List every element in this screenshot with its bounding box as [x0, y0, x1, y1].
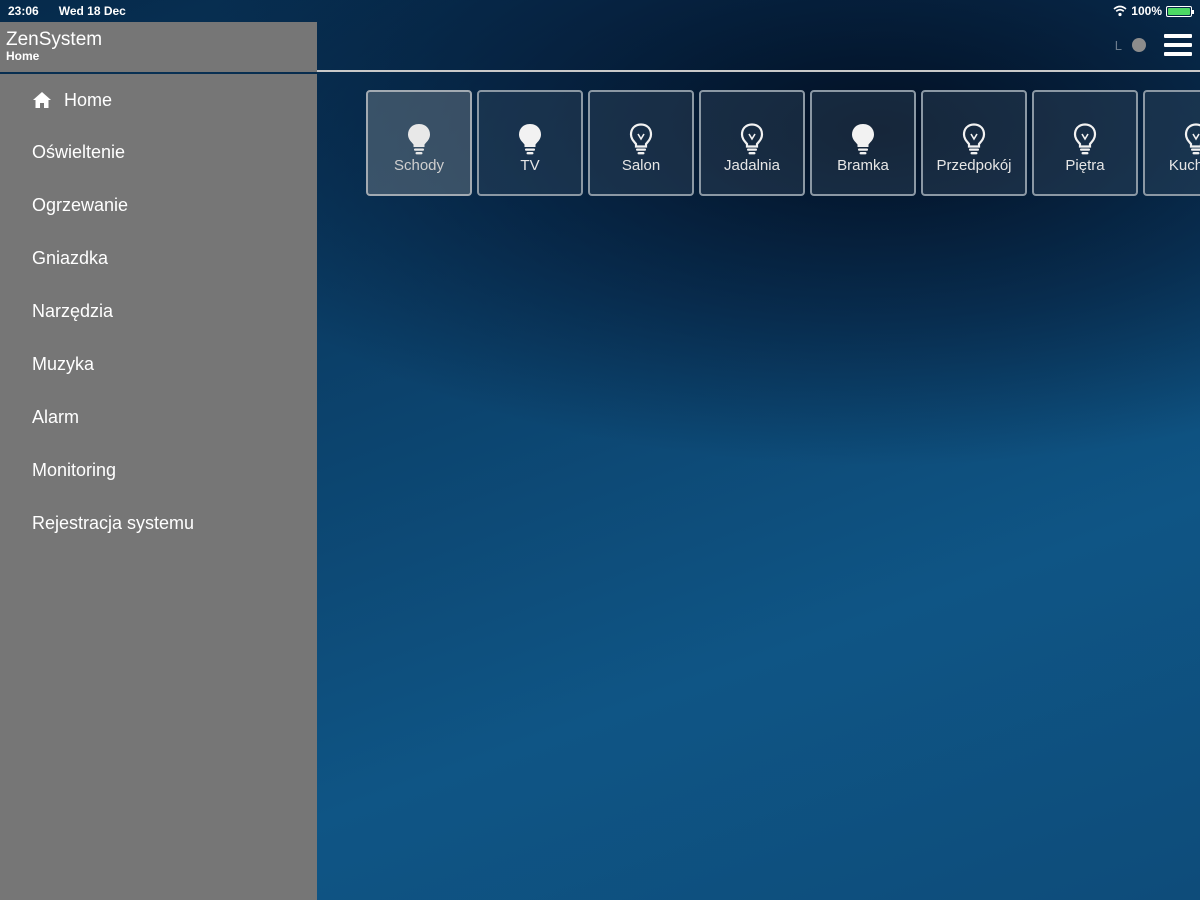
indicator-label: L [1114, 37, 1122, 53]
tile-tv[interactable]: TV [477, 90, 583, 196]
status-time: 23:06 [8, 4, 39, 18]
tile-przedpokoj[interactable]: Przedpokój [921, 90, 1027, 196]
sidebar-item-label: Monitoring [32, 460, 117, 480]
lightbulb-outline-icon [962, 123, 986, 155]
sidebar-item-label: Gniazdka [32, 248, 109, 268]
tile-jadalnia[interactable]: Jadalnia [699, 90, 805, 196]
sidebar-item-label: Ogrzewanie [32, 195, 129, 215]
tile-label: Przedpokój [936, 157, 1012, 174]
sidebar-item-gniazdka[interactable]: Gniazdka [0, 232, 317, 285]
sidebar: Home Oświeltenie Ogrzewanie Gniazdka Nar… [0, 74, 317, 900]
tile-salon[interactable]: Salon [588, 90, 694, 196]
tile-pietra[interactable]: Piętra [1032, 90, 1138, 196]
home-icon [33, 92, 51, 108]
sidebar-item-monitoring[interactable]: Monitoring [0, 444, 317, 497]
app-title: ZenSystem [6, 29, 103, 50]
lightbulb-outline-icon [629, 123, 653, 155]
sidebar-item-label: Alarm [32, 407, 80, 427]
sidebar-item-oswietlenie[interactable]: Oświeltenie [0, 126, 317, 179]
light-tiles-row: Schody TV Salon Jadalnia Bramka Przedpok… [366, 90, 1200, 196]
sidebar-item-muzyka[interactable]: Muzyka [0, 338, 317, 391]
sidebar-item-narzedzia[interactable]: Narzędzia [0, 285, 317, 338]
battery-percent: 100% [1131, 4, 1162, 18]
tile-label: Piętra [1065, 157, 1105, 174]
lightbulb-filled-icon [408, 124, 430, 155]
tile-schody[interactable]: Schody [366, 90, 472, 196]
sidebar-item-label: Muzyka [32, 354, 95, 374]
sidebar-item-alarm[interactable]: Alarm [0, 391, 317, 444]
status-bar: 23:06 Wed 18 Dec 100% [0, 0, 1200, 22]
battery-icon [1166, 5, 1194, 17]
tile-label: Salon [621, 157, 661, 174]
tile-label: Jadalnia [724, 157, 780, 174]
tile-bramka[interactable]: Bramka [810, 90, 916, 196]
page-subtitle: Home [6, 49, 40, 63]
sidebar-item-label: Narzędzia [32, 301, 114, 321]
tile-label: Schody [393, 157, 445, 174]
sidebar-item-rejestracja[interactable]: Rejestracja systemu [0, 497, 317, 550]
sidebar-item-home[interactable]: Home [0, 74, 317, 126]
tile-label: Bramka [837, 157, 889, 174]
sidebar-item-label: Home [64, 89, 113, 110]
connection-status-dot [1132, 38, 1146, 52]
sidebar-item-ogrzewanie[interactable]: Ogrzewanie [0, 179, 317, 232]
app-title-block: ZenSystem Home [0, 22, 317, 72]
lightbulb-outline-icon [740, 123, 764, 155]
tile-label: Kuchnia [1168, 157, 1200, 174]
lightbulb-filled-icon [519, 124, 541, 155]
sidebar-item-label: Oświeltenie [32, 142, 126, 162]
tile-label: TV [520, 157, 540, 174]
hamburger-menu-icon[interactable] [1164, 34, 1192, 56]
lightbulb-outline-icon [1184, 123, 1200, 155]
lightbulb-outline-icon [1073, 123, 1097, 155]
wifi-icon [1113, 5, 1127, 17]
app-header: ZenSystem Home L [0, 22, 1200, 72]
status-date: Wed 18 Dec [58, 4, 126, 18]
lightbulb-filled-icon [852, 124, 874, 155]
tile-kuchnia[interactable]: Kuchnia [1143, 90, 1200, 196]
sidebar-item-label: Rejestracja systemu [32, 513, 195, 533]
